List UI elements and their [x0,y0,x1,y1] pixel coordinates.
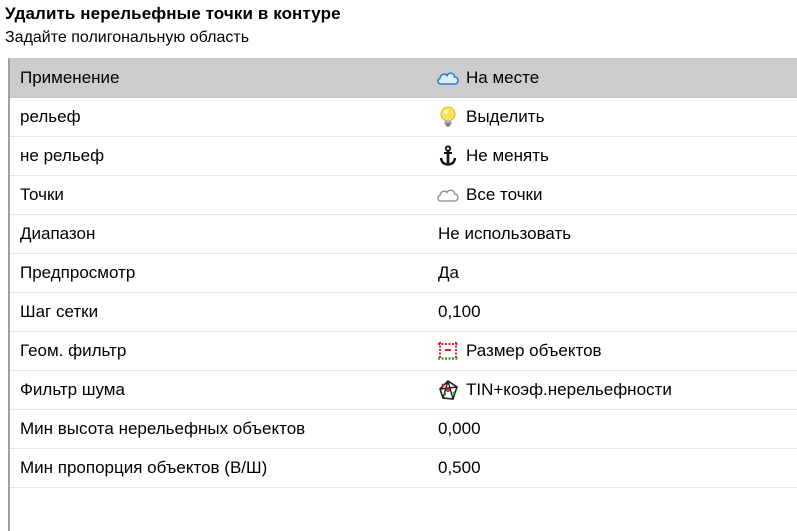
property-row-preview[interactable]: Предпросмотр Да [10,254,797,293]
dialog-subtitle: Задайте полигональную область [5,29,250,46]
lightbulb-icon [436,105,460,129]
property-name: Геом. фильтр [20,341,127,360]
property-value[interactable]: Все точки [436,176,542,214]
property-name: Шаг сетки [20,302,99,321]
property-name: Применение [20,68,120,87]
property-value-text: TIN+коэф.нерельефности [466,380,672,399]
property-value[interactable]: 0,000 [438,410,481,448]
property-value[interactable]: Да [438,254,459,292]
property-value[interactable]: Размер объектов [436,332,602,370]
property-row-geom-filter[interactable]: Геом. фильтр Размер объектов [10,332,797,371]
cloud-outline-icon [436,183,460,207]
property-value[interactable]: Выделить [436,98,544,136]
property-row-range[interactable]: Диапазон Не использовать [10,215,797,254]
property-name: Диапазон [20,224,96,243]
property-row-relief[interactable]: рельеф Выделить [10,98,797,137]
property-value[interactable]: 0,500 [438,449,481,487]
property-name: не рельеф [20,146,105,165]
property-name: Мин пропорция объектов (В/Ш) [20,458,268,477]
property-row-application[interactable]: Применение На месте [10,59,797,98]
property-name: Предпросмотр [20,263,136,282]
property-value[interactable]: 0,100 [438,293,481,331]
property-value-text: Не менять [466,146,549,165]
property-row-points[interactable]: Точки Все точки [10,176,797,215]
property-value[interactable]: Не использовать [438,215,571,253]
dialog-title: Удалить нерельефные точки в контуре [5,4,341,23]
property-value[interactable]: TIN+коэф.нерельефности [436,371,672,409]
property-value-text: На месте [466,68,540,87]
property-grid: Применение На месте рельеф Выделить не р… [8,58,797,531]
property-value-text: Выделить [466,107,545,126]
property-name: Фильтр шума [20,380,125,399]
property-row-min-ratio[interactable]: Мин пропорция объектов (В/Ш) 0,500 [10,449,797,488]
object-size-icon [436,339,460,363]
property-name: рельеф [20,107,81,126]
property-row-min-height[interactable]: Мин высота нерельефных объектов 0,000 [10,410,797,449]
cloud-blue-icon [436,66,460,90]
tin-noise-icon [436,378,460,402]
property-row-not-relief[interactable]: не рельеф Не менять [10,137,797,176]
property-value[interactable]: Не менять [436,137,549,175]
property-row-grid-step[interactable]: Шаг сетки 0,100 [10,293,797,332]
dialog-header: Удалить нерельефные точки в контуре Зада… [0,0,797,58]
property-value-text: Размер объектов [466,341,602,360]
property-value[interactable]: На месте [436,59,539,97]
property-row-noise-filter[interactable]: Фильтр шума TIN+коэф.нерельефности [10,371,797,410]
anchor-icon [436,144,460,168]
property-value-text: Все точки [466,185,543,204]
property-name: Мин высота нерельефных объектов [20,419,306,438]
property-name: Точки [20,185,64,204]
